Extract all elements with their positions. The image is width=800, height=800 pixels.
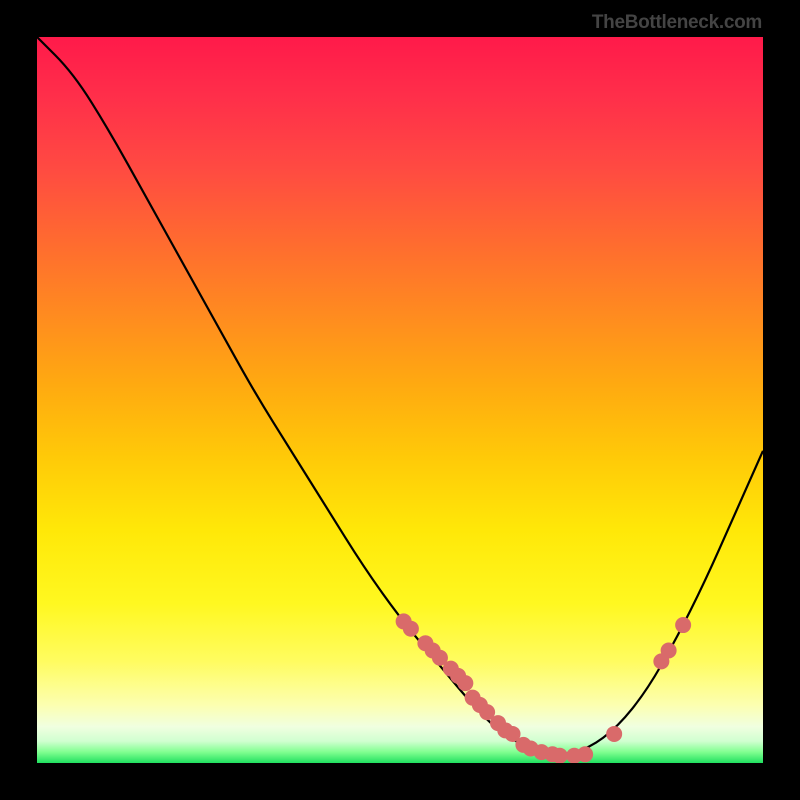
data-marker: [552, 748, 568, 763]
chart-container: TheBottleneck.com: [0, 0, 800, 800]
data-marker: [403, 621, 419, 637]
bottleneck-curve: [37, 37, 763, 754]
plot-area: [37, 37, 763, 763]
data-marker: [606, 726, 622, 742]
data-marker: [661, 642, 677, 658]
data-marker: [675, 617, 691, 633]
data-marker: [577, 746, 593, 762]
data-marker: [457, 675, 473, 691]
chart-overlay: [37, 37, 763, 763]
brand-watermark: TheBottleneck.com: [592, 12, 762, 34]
